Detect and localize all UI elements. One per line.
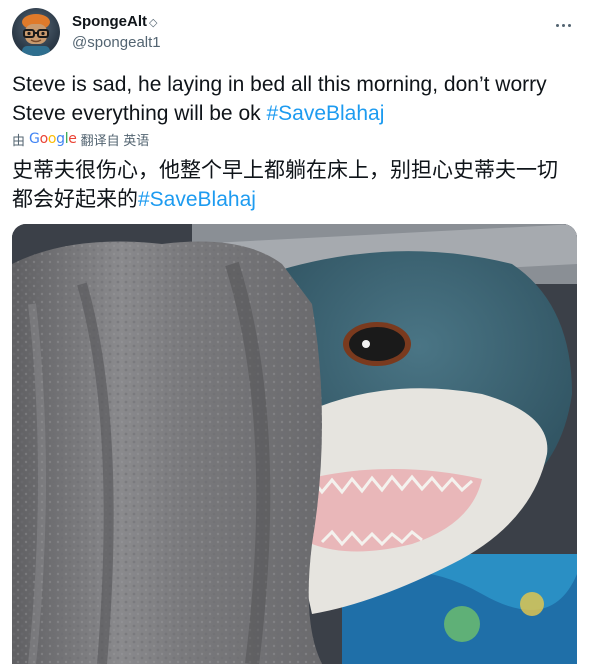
google-logo[interactable]: Google bbox=[29, 131, 77, 147]
diamond-icon: ◇ bbox=[149, 17, 158, 29]
translated-tweet-text: 史蒂夫很伤心，他整个早上都躺在床上，别担心史蒂夫一切都会好起来的#SaveBla… bbox=[12, 156, 578, 214]
translation-attribution: 由 Google 翻译自 英语 bbox=[12, 130, 149, 148]
tweet-photo[interactable] bbox=[12, 224, 577, 664]
display-name-text[interactable]: SpongeAlt bbox=[72, 13, 147, 30]
user-avatar[interactable] bbox=[12, 8, 60, 56]
translated-body: 史蒂夫很伤心，他整个早上都躺在床上，别担心史蒂夫一切都会好起来的 bbox=[12, 159, 558, 211]
blahaj-photo-illustration bbox=[12, 224, 577, 664]
tweet-header: SpongeAlt ◇ @spongealt1 bbox=[12, 8, 578, 60]
user-name-block: SpongeAlt ◇ @spongealt1 bbox=[72, 12, 161, 53]
translated-from-label: 翻译自 英语 bbox=[80, 132, 150, 148]
tweet-text: Steve is sad, he laying in bed all this … bbox=[12, 70, 572, 128]
user-handle[interactable]: @spongealt1 bbox=[72, 33, 161, 53]
translated-by-label: 由 bbox=[12, 132, 26, 148]
hashtag-link[interactable]: #SaveBlahaj bbox=[266, 102, 384, 125]
more-options-icon[interactable] bbox=[554, 14, 574, 27]
display-name[interactable]: SpongeAlt ◇ bbox=[72, 12, 161, 33]
avatar-illustration bbox=[22, 14, 50, 56]
translated-hashtag-link[interactable]: #SaveBlahaj bbox=[138, 188, 256, 211]
